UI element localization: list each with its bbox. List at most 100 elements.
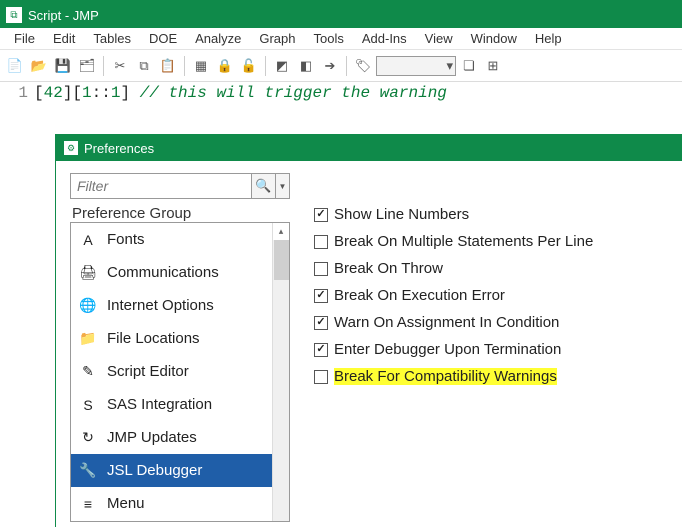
search-icon[interactable]: 🔍 bbox=[252, 173, 276, 199]
sidebar-item-label: Script Editor bbox=[107, 363, 189, 380]
tag-icon[interactable]: 🏷 bbox=[352, 55, 374, 77]
code-comment: // this will trigger the warning bbox=[140, 84, 447, 102]
toolbar-separator bbox=[346, 56, 347, 76]
menu-doe[interactable]: DOE bbox=[141, 30, 185, 47]
sas-integration-icon: S bbox=[77, 394, 99, 416]
code-bracket-icon: [ bbox=[34, 84, 44, 102]
window-title: Script - JMP bbox=[28, 8, 99, 23]
sidebar-item-label: Communications bbox=[107, 264, 219, 281]
tool1-icon[interactable]: ◩ bbox=[271, 55, 293, 77]
menu-analyze[interactable]: Analyze bbox=[187, 30, 249, 47]
sidebar-item-menu[interactable]: ≡Menu bbox=[71, 487, 272, 520]
option-enter-debugger-upon-termination[interactable]: Enter Debugger Upon Termination bbox=[314, 336, 668, 363]
cut-icon[interactable]: ✂ bbox=[109, 55, 131, 77]
option-label: Break On Execution Error bbox=[334, 287, 505, 304]
option-break-on-execution-error[interactable]: Break On Execution Error bbox=[314, 282, 668, 309]
save-icon[interactable]: 💾 bbox=[52, 55, 74, 77]
checkbox[interactable] bbox=[314, 289, 328, 303]
menu-window[interactable]: Window bbox=[463, 30, 525, 47]
menu-tables[interactable]: Tables bbox=[85, 30, 139, 47]
save-all-icon[interactable]: 🗂 bbox=[76, 55, 98, 77]
sidebar-item-label: JSL Debugger bbox=[107, 462, 202, 479]
internet-options-icon: 🌐 bbox=[77, 295, 99, 317]
code-line: [42][1::1] // this will trigger the warn… bbox=[34, 84, 447, 102]
toolbar: 📄 📂 💾 🗂 ✂ ⧉ 📋 ▦ 🔒 🔓 ◩ ◧ ➔ 🏷 ▾ ❏ ⊞ bbox=[0, 50, 682, 82]
copy-icon[interactable]: ⧉ bbox=[133, 55, 155, 77]
option-show-line-numbers[interactable]: Show Line Numbers bbox=[314, 201, 668, 228]
toolbar-separator bbox=[184, 56, 185, 76]
sidebar-item-label: Fonts bbox=[107, 231, 145, 248]
menubar: File Edit Tables DOE Analyze Graph Tools… bbox=[0, 28, 682, 50]
preference-group-list: A Fonts 🖨 Communications 🌐 Internet Options 📁F… bbox=[70, 222, 290, 522]
code-bracket-icon: ] bbox=[120, 84, 139, 102]
fonts-icon: A bbox=[77, 229, 99, 251]
lock-icon[interactable]: 🔒 bbox=[214, 55, 236, 77]
tool2-icon[interactable]: ◧ bbox=[295, 55, 317, 77]
tool4-icon[interactable]: ❏ bbox=[458, 55, 480, 77]
toolbar-separator bbox=[103, 56, 104, 76]
script-editor-icon: ✎ bbox=[77, 361, 99, 383]
filter-dropdown-icon[interactable]: ▼ bbox=[276, 173, 290, 199]
jmp-updates-icon: ↻ bbox=[77, 427, 99, 449]
menu-graph[interactable]: Graph bbox=[251, 30, 303, 47]
option-label: Break For Compatibility Warnings bbox=[334, 368, 557, 385]
table-icon[interactable]: ▦ bbox=[190, 55, 212, 77]
communications-icon: 🖨 bbox=[77, 262, 99, 284]
option-break-on-multiple-statements-per-line[interactable]: Break On Multiple Statements Per Line bbox=[314, 228, 668, 255]
preference-group-label: Preference Group bbox=[72, 205, 290, 222]
scroll-thumb[interactable] bbox=[274, 240, 289, 280]
option-break-on-throw[interactable]: Break On Throw bbox=[314, 255, 668, 282]
scrollbar[interactable]: ▴ bbox=[272, 223, 289, 521]
code-colon-icon: :: bbox=[92, 84, 111, 102]
sidebar-item-file-locations[interactable]: 📁File Locations bbox=[71, 322, 272, 355]
jsl-debugger-icon: 🔧 bbox=[77, 460, 99, 482]
sidebar-item-script-editor[interactable]: ✎ Script Editor bbox=[71, 355, 272, 388]
option-label: Break On Throw bbox=[334, 260, 443, 277]
option-warn-on-assignment-in-condition[interactable]: Warn On Assignment In Condition bbox=[314, 309, 668, 336]
checkbox[interactable] bbox=[314, 235, 328, 249]
tool3-icon[interactable]: ➔ bbox=[319, 55, 341, 77]
paste-icon[interactable]: 📋 bbox=[157, 55, 179, 77]
code-number: 1 bbox=[111, 84, 121, 102]
option-break-for-compatibility-warnings[interactable]: Break For Compatibility Warnings bbox=[314, 363, 668, 390]
unlock-icon[interactable]: 🔓 bbox=[238, 55, 260, 77]
toolbar-separator bbox=[265, 56, 266, 76]
checkbox[interactable] bbox=[314, 262, 328, 276]
app-icon: ⧉ bbox=[6, 7, 22, 23]
preferences-titlebar: ⚙ Preferences bbox=[56, 135, 682, 161]
checkbox[interactable] bbox=[314, 316, 328, 330]
sidebar-item-internet-options[interactable]: 🌐 Internet Options bbox=[71, 289, 272, 322]
checkbox[interactable] bbox=[314, 208, 328, 222]
sidebar-item-jmp-updates[interactable]: ↻ JMP Updates bbox=[71, 421, 272, 454]
menu-file[interactable]: File bbox=[6, 30, 43, 47]
menu-view[interactable]: View bbox=[417, 30, 461, 47]
menu-edit[interactable]: Edit bbox=[45, 30, 83, 47]
menu-icon: ≡ bbox=[77, 493, 99, 515]
sidebar-item-label: SAS Integration bbox=[107, 396, 212, 413]
line-number: 1 bbox=[6, 84, 34, 102]
sidebar-item-communications[interactable]: 🖨 Communications bbox=[71, 256, 272, 289]
open-icon[interactable]: 📂 bbox=[28, 55, 50, 77]
sidebar-item-label: Internet Options bbox=[107, 297, 214, 314]
code-bracket-icon: ][ bbox=[63, 84, 82, 102]
new-icon[interactable]: 📄 bbox=[4, 55, 26, 77]
sidebar-item-label: JMP Updates bbox=[107, 429, 197, 446]
code-editor[interactable]: 1 [42][1::1] // this will trigger the wa… bbox=[0, 82, 682, 122]
checkbox[interactable] bbox=[314, 370, 328, 384]
window-titlebar: ⧉ Script - JMP bbox=[0, 0, 682, 28]
checkbox[interactable] bbox=[314, 343, 328, 357]
menu-help[interactable]: Help bbox=[527, 30, 570, 47]
menu-addins[interactable]: Add-Ins bbox=[354, 30, 415, 47]
filter-input[interactable]: Filter bbox=[70, 173, 252, 199]
sidebar-item-fonts[interactable]: A Fonts bbox=[71, 223, 272, 256]
code-number: 1 bbox=[82, 84, 92, 102]
sidebar-item-sas-integration[interactable]: S SAS Integration bbox=[71, 388, 272, 421]
toolbar-combo[interactable]: ▾ bbox=[376, 56, 456, 76]
tool5-icon[interactable]: ⊞ bbox=[482, 55, 504, 77]
sidebar-item-jsl-debugger[interactable]: 🔧 JSL Debugger bbox=[71, 454, 272, 487]
sidebar-item-label: File Locations bbox=[107, 330, 200, 347]
option-label: Show Line Numbers bbox=[334, 206, 469, 223]
scroll-up-icon[interactable]: ▴ bbox=[273, 223, 289, 240]
menu-tools[interactable]: Tools bbox=[306, 30, 352, 47]
code-number: 42 bbox=[44, 84, 63, 102]
